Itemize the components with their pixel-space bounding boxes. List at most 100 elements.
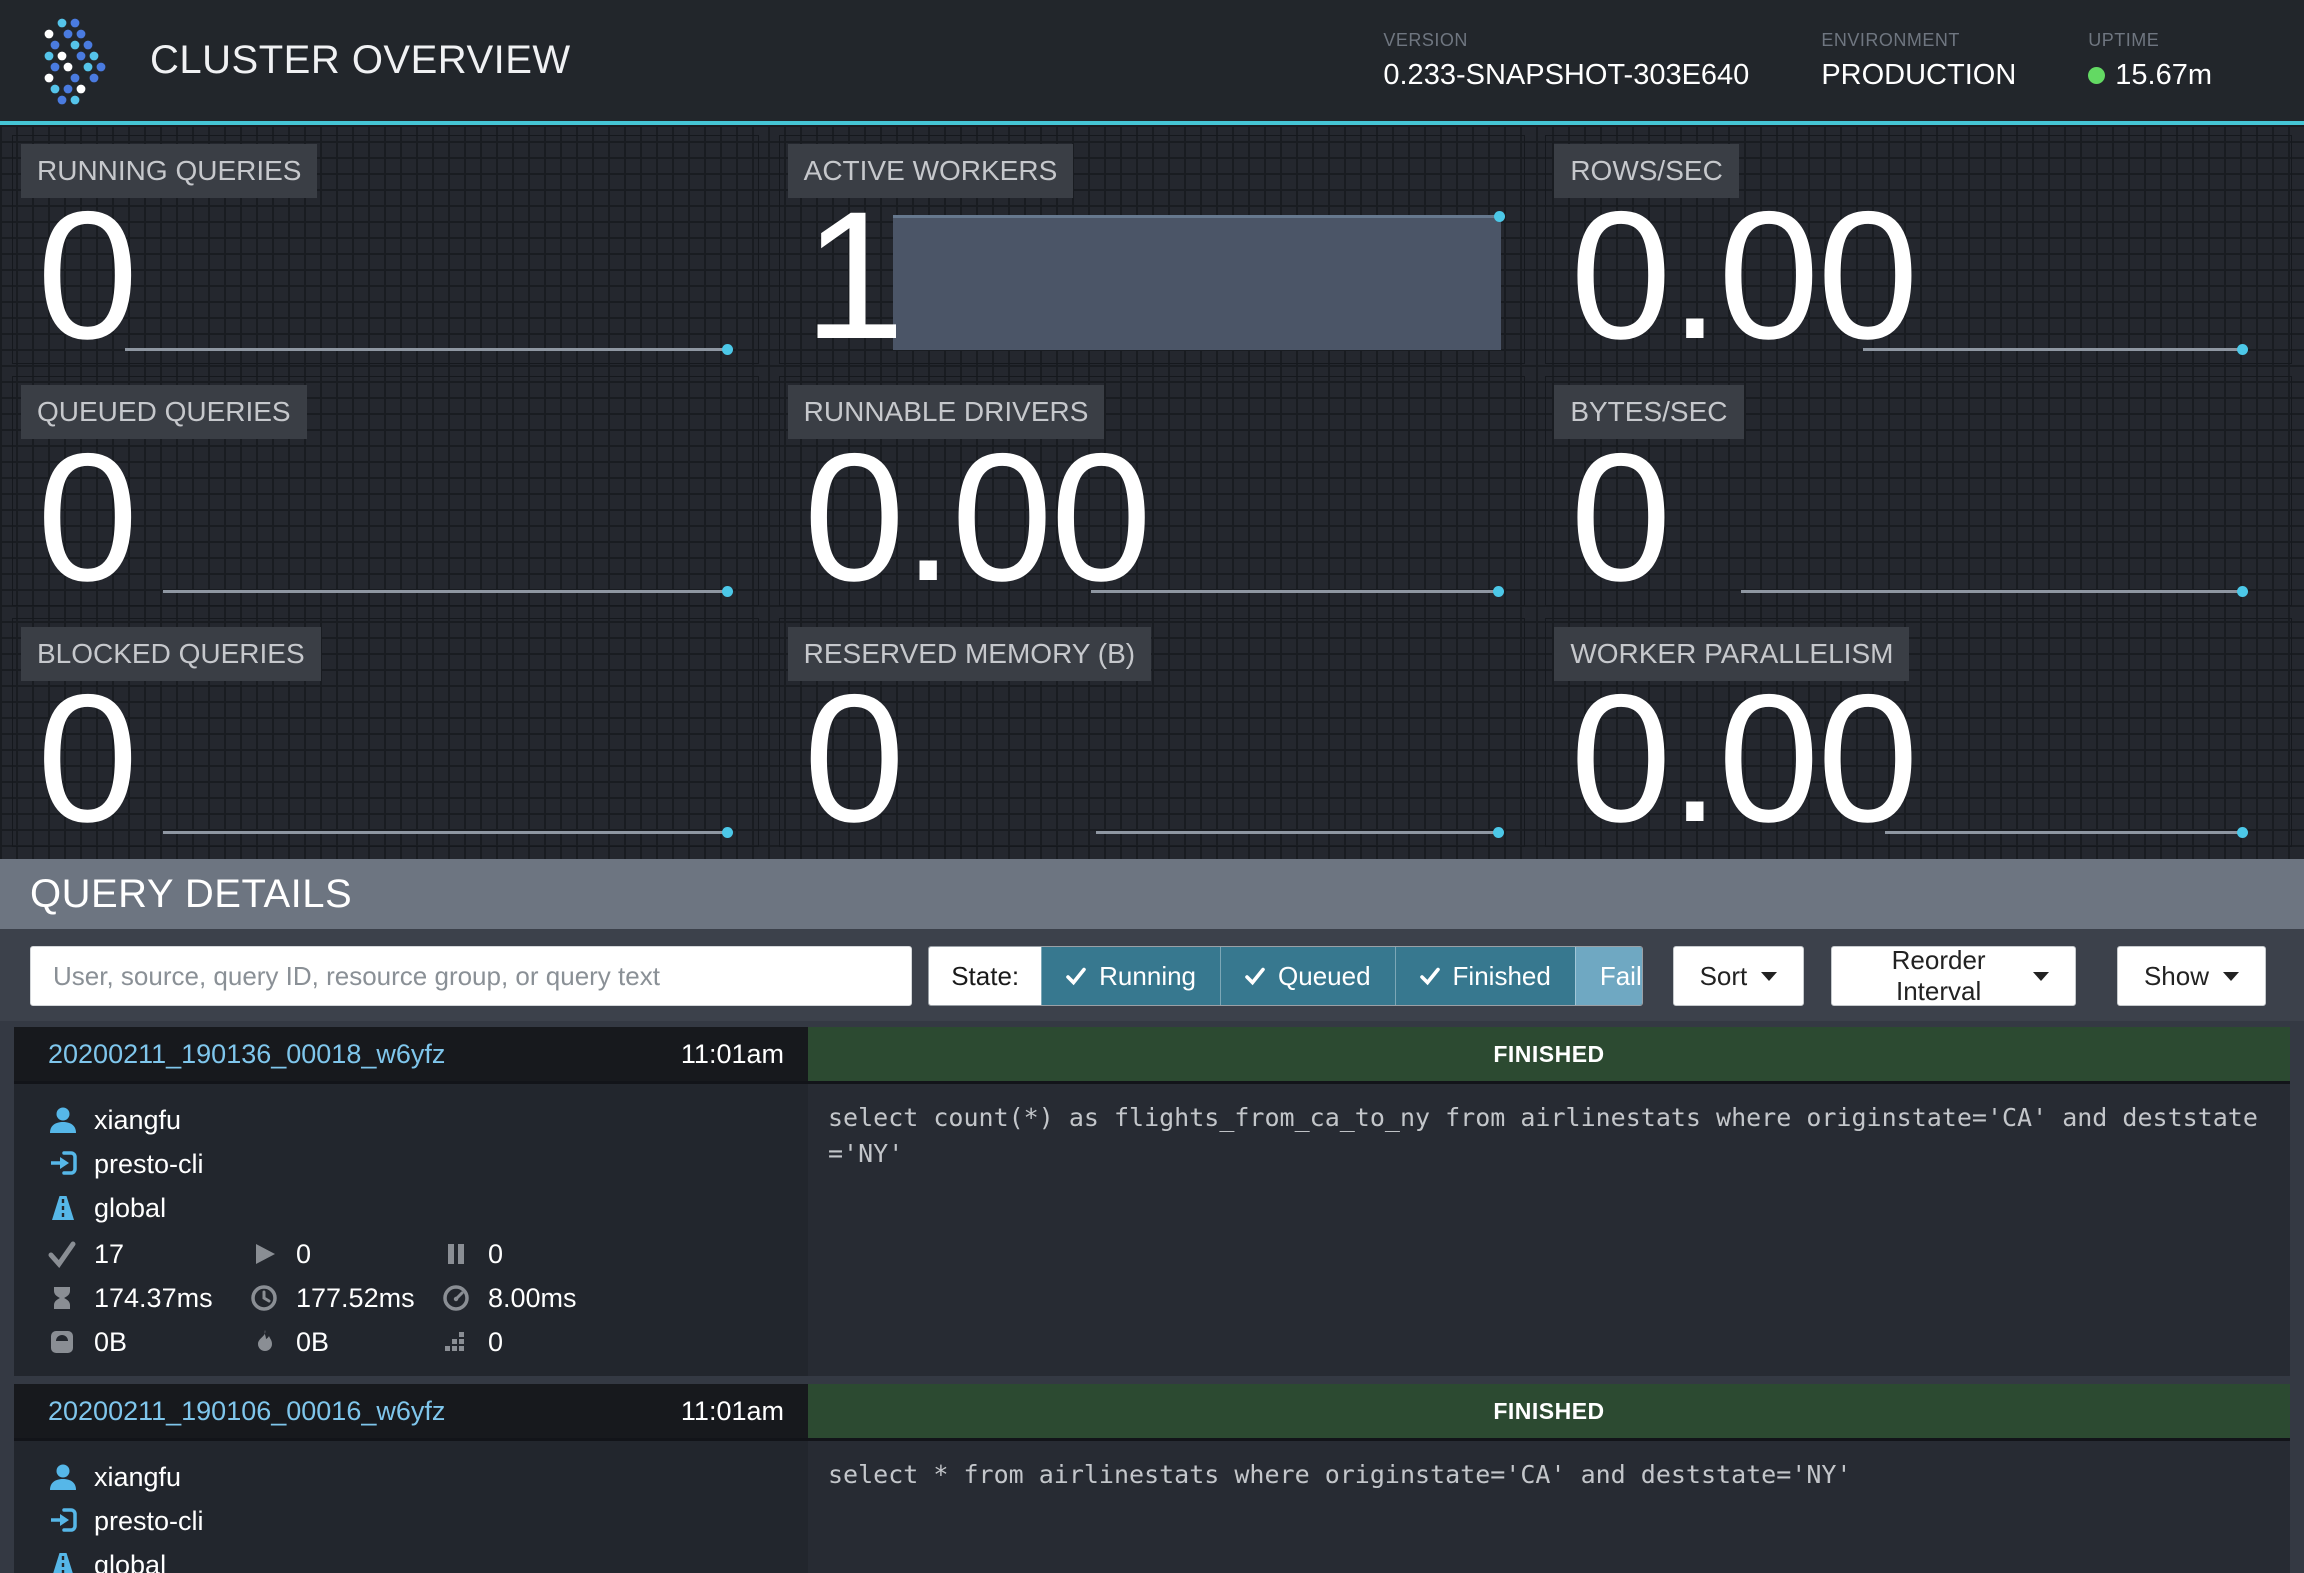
query-metadata: xiangfu presto-cli global bbox=[14, 1441, 808, 1573]
state-filter-failed-dropdown[interactable]: Failed bbox=[1575, 947, 1643, 1005]
stat-value: 0.00 bbox=[1570, 688, 1916, 830]
elapsed-time-value: 177.52ms bbox=[296, 1283, 415, 1314]
stat-value: 0.00 bbox=[1570, 205, 1916, 347]
elapsed-time-stat: 177.52ms bbox=[250, 1276, 442, 1320]
query-details-title: QUERY DETAILS bbox=[30, 872, 352, 917]
state-filter-finished-button[interactable]: Finished bbox=[1395, 947, 1575, 1005]
parallelism-value: 0 bbox=[488, 1327, 503, 1358]
wall-time-value: 174.37ms bbox=[94, 1283, 213, 1314]
query-row: 20200211_190106_00016_w6yfz 11:01am FINI… bbox=[14, 1384, 2290, 1573]
pause-icon bbox=[442, 1240, 470, 1268]
user-icon bbox=[48, 1105, 78, 1135]
query-source-row: presto-cli bbox=[48, 1142, 808, 1186]
query-row: 20200211_190136_00018_w6yfz 11:01am FINI… bbox=[14, 1027, 2290, 1376]
query-status-badge: FINISHED bbox=[808, 1027, 2290, 1081]
scale-icon bbox=[48, 1328, 76, 1356]
queued-splits-value: 0 bbox=[488, 1239, 503, 1270]
stat-panel-queued-queries: QUEUED QUERIES 0 bbox=[12, 376, 759, 605]
sort-label: Sort bbox=[1700, 961, 1748, 992]
check-icon bbox=[1066, 966, 1086, 986]
uptime-status-dot bbox=[2088, 67, 2105, 84]
stat-panel-blocked-queries: BLOCKED QUERIES 0 bbox=[12, 618, 759, 847]
header-status: VERSION 0.233-SNAPSHOT-303E640 ENVIRONME… bbox=[1383, 30, 2212, 92]
current-memory-stat: 0B bbox=[48, 1320, 250, 1364]
state-filter-group: State: Running Queued Finished Failed bbox=[928, 946, 1642, 1006]
queued-splits-stat: 0 bbox=[442, 1232, 808, 1276]
query-search-input[interactable] bbox=[30, 946, 912, 1006]
version-block: VERSION 0.233-SNAPSHOT-303E640 bbox=[1383, 30, 1749, 92]
stat-value: 1 bbox=[804, 205, 903, 347]
sort-dropdown[interactable]: Sort bbox=[1673, 946, 1805, 1006]
header: CLUSTER OVERVIEW VERSION 0.233-SNAPSHOT-… bbox=[0, 0, 2304, 125]
environment-block: ENVIRONMENT PRODUCTION bbox=[1821, 30, 2016, 92]
active-workers-area-chart bbox=[893, 215, 1502, 350]
query-row-body: xiangfu presto-cli global bbox=[14, 1081, 2290, 1376]
flame-icon bbox=[250, 1328, 278, 1356]
check-icon bbox=[48, 1240, 76, 1268]
query-details-header: QUERY DETAILS bbox=[0, 859, 2304, 929]
state-filter-running-button[interactable]: Running bbox=[1041, 947, 1220, 1005]
state-filter-finished-label: Finished bbox=[1453, 961, 1551, 992]
check-icon bbox=[1420, 966, 1440, 986]
query-resource-group-row: global bbox=[48, 1186, 808, 1230]
query-resource-group-row: global bbox=[48, 1543, 808, 1573]
query-list: 20200211_190136_00018_w6yfz 11:01am FINI… bbox=[0, 1021, 2304, 1573]
query-user: xiangfu bbox=[94, 1462, 181, 1493]
running-splits-stat: 0 bbox=[250, 1232, 442, 1276]
show-dropdown[interactable]: Show bbox=[2117, 946, 2266, 1006]
query-source: presto-cli bbox=[94, 1149, 204, 1180]
query-source: presto-cli bbox=[94, 1506, 204, 1537]
road-icon bbox=[48, 1550, 78, 1573]
query-stats: 17 0 0 174. bbox=[48, 1232, 808, 1364]
state-filter-queued-label: Queued bbox=[1278, 961, 1371, 992]
stat-panel-running-queries: RUNNING QUERIES 0 bbox=[12, 135, 759, 364]
sparkline bbox=[1096, 831, 1502, 834]
stat-value: 0 bbox=[37, 205, 136, 347]
chevron-down-icon bbox=[1761, 972, 1777, 981]
query-user-row: xiangfu bbox=[48, 1455, 808, 1499]
completed-splits-stat: 17 bbox=[48, 1232, 250, 1276]
play-icon bbox=[250, 1240, 278, 1268]
reorder-interval-label: Reorder Interval bbox=[1858, 945, 2019, 1007]
stat-value: 0.00 bbox=[804, 447, 1150, 589]
query-sql-text: select * from airlinestats where origins… bbox=[808, 1441, 2290, 1573]
state-filter-queued-button[interactable]: Queued bbox=[1220, 947, 1395, 1005]
uptime-value-wrap: 15.67m bbox=[2088, 59, 2212, 92]
query-id-link[interactable]: 20200211_190136_00018_w6yfz bbox=[48, 1039, 445, 1070]
hourglass-icon bbox=[48, 1284, 76, 1312]
query-details-section: State: Running Queued Finished Failed bbox=[0, 929, 2304, 1573]
parallelism-stat: 0 bbox=[442, 1320, 808, 1364]
check-icon bbox=[1245, 966, 1265, 986]
stat-value: 0 bbox=[1570, 447, 1669, 589]
sparkline bbox=[1091, 590, 1502, 593]
query-resource-group: global bbox=[94, 1550, 166, 1573]
state-filter-running-label: Running bbox=[1099, 961, 1196, 992]
query-id-link[interactable]: 20200211_190106_00016_w6yfz bbox=[48, 1396, 445, 1427]
reorder-interval-dropdown[interactable]: Reorder Interval bbox=[1831, 946, 2076, 1006]
sparkline bbox=[1885, 831, 2245, 834]
sparkline bbox=[163, 831, 730, 834]
query-id-bar: 20200211_190136_00018_w6yfz 11:01am bbox=[14, 1027, 808, 1081]
running-splits-value: 0 bbox=[296, 1239, 311, 1270]
cumulative-memory-value: 0B bbox=[296, 1327, 329, 1358]
state-filter-failed-label: Failed bbox=[1600, 961, 1643, 992]
stat-panel-worker-parallelism: WORKER PARALLELISM 0.00 bbox=[1545, 618, 2292, 847]
cpu-time-stat: 8.00ms bbox=[442, 1276, 808, 1320]
stat-value: 0 bbox=[37, 688, 136, 830]
query-source-row: presto-cli bbox=[48, 1499, 808, 1543]
query-row-body: xiangfu presto-cli global select * from … bbox=[14, 1438, 2290, 1573]
cluster-stats-grid: RUNNING QUERIES 0 ACTIVE WORKERS 1 ROWS/… bbox=[0, 125, 2304, 859]
road-icon bbox=[48, 1193, 78, 1223]
environment-label: ENVIRONMENT bbox=[1821, 30, 2016, 51]
presto-dashboard: CLUSTER OVERVIEW VERSION 0.233-SNAPSHOT-… bbox=[0, 0, 2304, 1573]
query-row-header: 20200211_190136_00018_w6yfz 11:01am FINI… bbox=[14, 1027, 2290, 1081]
chevron-down-icon bbox=[2223, 972, 2239, 981]
sign-in-icon bbox=[48, 1506, 78, 1536]
sparkline bbox=[163, 590, 730, 593]
query-status-badge: FINISHED bbox=[808, 1384, 2290, 1438]
page-title: CLUSTER OVERVIEW bbox=[150, 38, 571, 83]
query-metadata: xiangfu presto-cli global bbox=[14, 1084, 808, 1376]
sparkline bbox=[1863, 348, 2245, 351]
stat-panel-bytes-sec: BYTES/SEC 0 bbox=[1545, 376, 2292, 605]
stat-panel-active-workers: ACTIVE WORKERS 1 bbox=[779, 135, 1526, 364]
